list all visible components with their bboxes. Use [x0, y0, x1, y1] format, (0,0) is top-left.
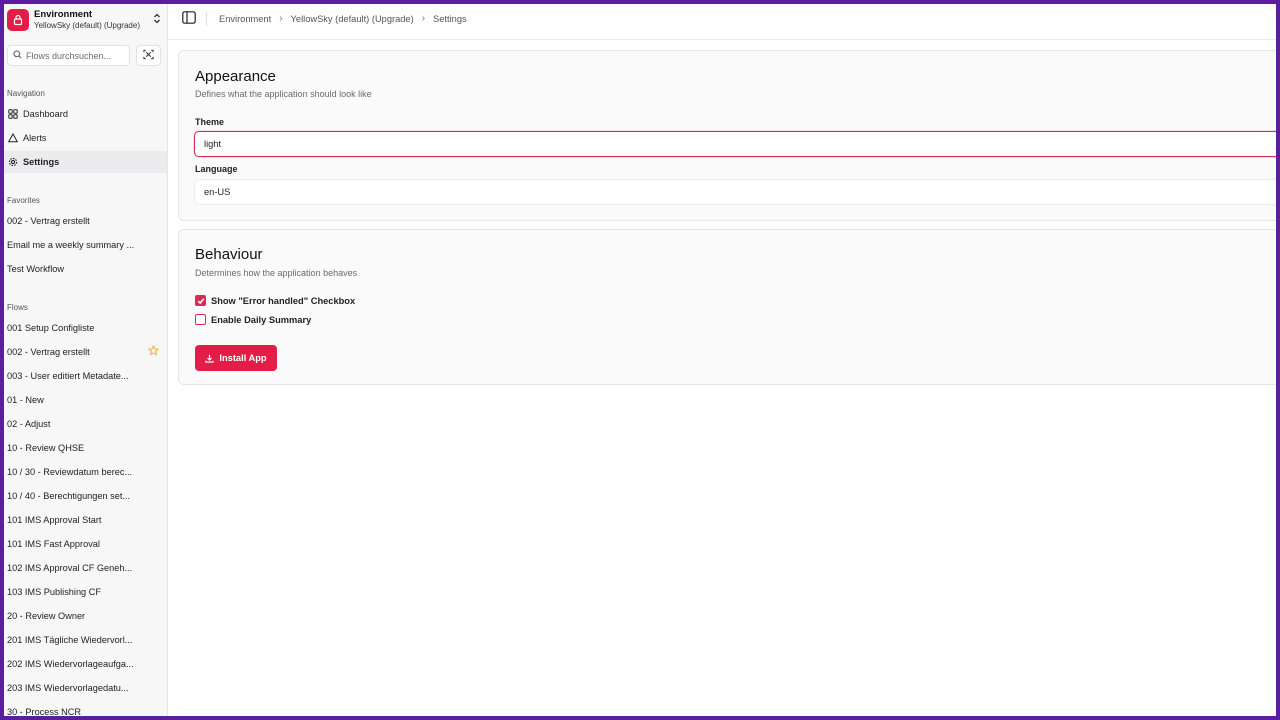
language-label: Language [195, 164, 238, 174]
flow-item[interactable]: 01 - New [7, 391, 163, 409]
star-icon[interactable] [147, 344, 160, 358]
theme-label: Theme [195, 117, 225, 127]
flow-item[interactable]: 10 / 30 - Reviewdatum berec... [7, 463, 163, 481]
flow-item[interactable]: 101 IMS Approval Start [7, 511, 163, 529]
flow-item[interactable]: 10 - Review QHSE [7, 439, 163, 457]
nav-item-label: Settings [23, 157, 60, 167]
appearance-description: Defines what the application should look… [195, 89, 372, 99]
environment-title: Environment [34, 9, 93, 20]
breadcrumb-item[interactable]: Environment [219, 14, 271, 24]
alert-triangle-icon [7, 132, 19, 144]
flow-item[interactable]: 20 - Review Owner [7, 607, 163, 625]
behaviour-title: Behaviour [195, 246, 263, 263]
behaviour-description: Determines how the application behaves [195, 268, 358, 278]
environment-logo-icon [7, 9, 29, 31]
favorite-item[interactable]: Test Workflow [7, 260, 163, 278]
chevron-right-icon: › [279, 13, 283, 24]
theme-value: light [204, 139, 222, 149]
gear-icon [7, 156, 19, 168]
error-handled-label: Show "Error handled" Checkbox [211, 295, 356, 306]
flow-item[interactable]: 10 / 40 - Berechtigungen set... [7, 487, 163, 505]
flow-item-label: 002 - Vertrag erstellt [7, 347, 90, 357]
flow-item[interactable]: 203 IMS Wiedervorlagedatu... [7, 679, 163, 697]
appearance-card: Appearance Defines what the application … [178, 50, 1276, 221]
error-handled-checkbox-row[interactable]: Show "Error handled" Checkbox [195, 295, 355, 306]
app-window: Environment YellowSky (default) (Upgrade… [4, 4, 1276, 716]
breadcrumb: Environment › YellowSky (default) (Upgra… [219, 13, 467, 24]
flow-item[interactable]: 30 - Process NCR [7, 703, 163, 716]
panel-left-icon [182, 11, 196, 27]
breadcrumb-item-current: Settings [433, 13, 467, 24]
sidebar-toggle-button[interactable] [181, 11, 197, 27]
flow-item[interactable]: 101 IMS Fast Approval [7, 535, 163, 553]
nav-item-settings[interactable]: Settings [4, 151, 167, 173]
search-input[interactable] [26, 50, 126, 61]
scan-filter-button[interactable] [136, 45, 161, 66]
dashboard-icon [7, 108, 19, 120]
daily-summary-checkbox[interactable] [195, 314, 206, 325]
flows-label: Flows [7, 303, 28, 312]
breadcrumb-item[interactable]: YellowSky (default) (Upgrade) [291, 14, 414, 24]
divider [206, 12, 207, 26]
search-icon [13, 49, 22, 62]
nav-item-label: Dashboard [23, 109, 68, 119]
flow-item[interactable]: 202 IMS Wiedervorlageaufga... [7, 655, 163, 673]
sidebar: Environment YellowSky (default) (Upgrade… [4, 4, 168, 716]
flow-item[interactable]: 103 IMS Publishing CF [7, 583, 163, 601]
flow-item[interactable]: 102 IMS Approval CF Geneh... [7, 559, 163, 577]
install-app-button[interactable]: Install App [195, 345, 277, 371]
top-bar: Environment › YellowSky (default) (Upgra… [168, 4, 1276, 40]
environment-switcher[interactable]: Environment YellowSky (default) (Upgrade… [7, 6, 162, 34]
environment-subtitle: YellowSky (default) (Upgrade) [34, 21, 140, 30]
scan-icon [143, 49, 154, 63]
flow-item[interactable]: 003 - User editiert Metadate... [7, 367, 163, 385]
daily-summary-checkbox-row[interactable]: Enable Daily Summary [195, 314, 311, 325]
favorites-label: Favorites [7, 196, 40, 205]
nav-item-label: Alerts [23, 133, 47, 143]
install-app-label: Install App [219, 353, 267, 363]
flow-item[interactable]: 02 - Adjust [7, 415, 163, 433]
flow-item[interactable]: 201 IMS Tägliche Wiedervorl... [7, 631, 163, 649]
chevron-up-down-icon [152, 13, 162, 27]
daily-summary-label: Enable Daily Summary [211, 314, 312, 325]
nav-item-alerts[interactable]: Alerts [4, 127, 167, 149]
flow-item[interactable]: 002 - Vertrag erstellt [7, 343, 163, 361]
error-handled-checkbox[interactable] [195, 295, 206, 306]
chevron-right-icon: › [421, 13, 426, 24]
navigation-label: Navigation [7, 89, 45, 98]
appearance-title: Appearance [195, 68, 276, 85]
language-value: en-US [204, 187, 231, 197]
flow-search[interactable] [7, 45, 130, 66]
favorite-item[interactable]: Email me a weekly summary ... [7, 236, 163, 254]
theme-select[interactable]: light [194, 131, 1276, 157]
favorite-item[interactable]: 002 - Vertrag erstellt [7, 212, 163, 230]
download-icon [205, 354, 215, 363]
nav-item-dashboard[interactable]: Dashboard [4, 103, 167, 125]
language-select[interactable]: en-US [194, 179, 1276, 205]
behaviour-card: Behaviour Determines how the application… [178, 229, 1276, 385]
flow-item[interactable]: 001 Setup Configliste [7, 319, 163, 337]
